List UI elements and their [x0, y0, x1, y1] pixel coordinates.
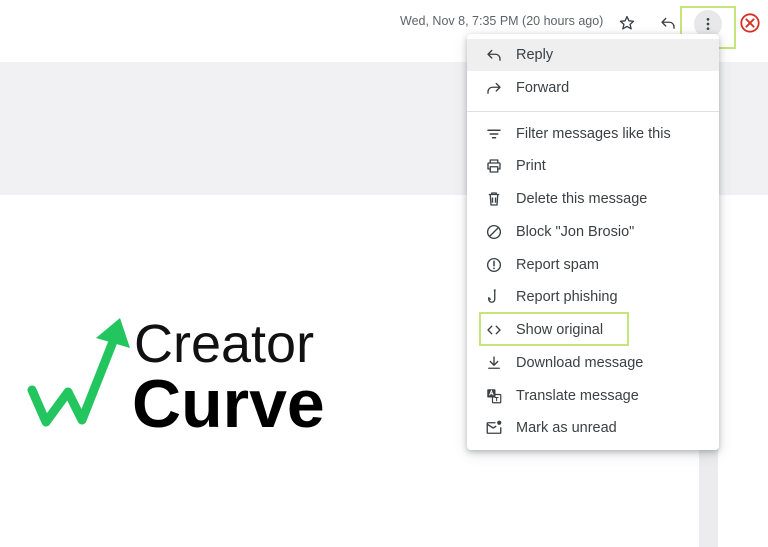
menu-item-label: Forward — [516, 80, 570, 96]
report-spam-icon — [483, 254, 505, 276]
reply-icon — [483, 44, 505, 66]
logo-line2: Curve — [132, 366, 325, 437]
more-vert-icon — [706, 18, 710, 30]
code-icon — [483, 319, 505, 341]
mark-unread-icon — [483, 417, 505, 439]
star-button[interactable] — [614, 10, 640, 36]
menu-item-show-original[interactable]: Show original — [467, 314, 719, 346]
menu-item-label: Delete this message — [516, 191, 648, 207]
menu-item-label: Print — [516, 158, 546, 174]
forward-icon — [483, 77, 505, 99]
print-icon — [483, 155, 505, 177]
filter-icon — [483, 123, 505, 145]
menu-item-translate[interactable]: Translate message — [467, 380, 719, 412]
menu-item-print[interactable]: Print — [467, 150, 719, 182]
menu-item-label: Reply — [516, 47, 554, 63]
menu-item-download[interactable]: Download message — [467, 347, 719, 379]
menu-item-report-phishing[interactable]: Report phishing — [467, 281, 719, 313]
menu-item-delete[interactable]: Delete this message — [467, 183, 719, 215]
menu-item-label: Mark as unread — [516, 420, 617, 436]
menu-item-block[interactable]: Block "Jon Brosio" — [467, 216, 719, 248]
message-options-menu: Reply Forward Filter messages like this … — [467, 34, 719, 450]
trash-icon — [483, 188, 505, 210]
download-icon — [483, 352, 505, 374]
menu-item-label: Download message — [516, 355, 644, 371]
block-icon — [483, 221, 505, 243]
menu-item-filter[interactable]: Filter messages like this — [467, 118, 719, 150]
menu-item-reply[interactable]: Reply — [467, 39, 719, 71]
menu-divider — [467, 111, 719, 112]
menu-item-label: Report phishing — [516, 289, 618, 305]
close-button[interactable] — [737, 10, 763, 36]
phishing-hook-icon — [483, 286, 505, 308]
star-icon — [619, 15, 635, 30]
close-icon — [740, 13, 760, 33]
reply-button[interactable] — [655, 10, 681, 36]
translate-icon — [483, 385, 505, 407]
logo-line1: Creator — [134, 314, 314, 374]
menu-item-mark-unread[interactable]: Mark as unread — [467, 412, 719, 444]
menu-item-label: Show original — [516, 322, 604, 338]
reply-icon — [661, 17, 675, 29]
message-date: Wed, Nov 8, 7:35 PM (20 hours ago) — [400, 14, 604, 28]
menu-item-label: Filter messages like this — [516, 126, 671, 142]
menu-item-label: Translate message — [516, 388, 639, 404]
menu-item-forward[interactable]: Forward — [467, 72, 719, 104]
creator-curve-logo: Creator Curve — [27, 314, 325, 437]
menu-item-label: Report spam — [516, 257, 600, 273]
menu-item-label: Block "Jon Brosio" — [516, 224, 635, 240]
menu-item-report-spam[interactable]: Report spam — [467, 249, 719, 281]
